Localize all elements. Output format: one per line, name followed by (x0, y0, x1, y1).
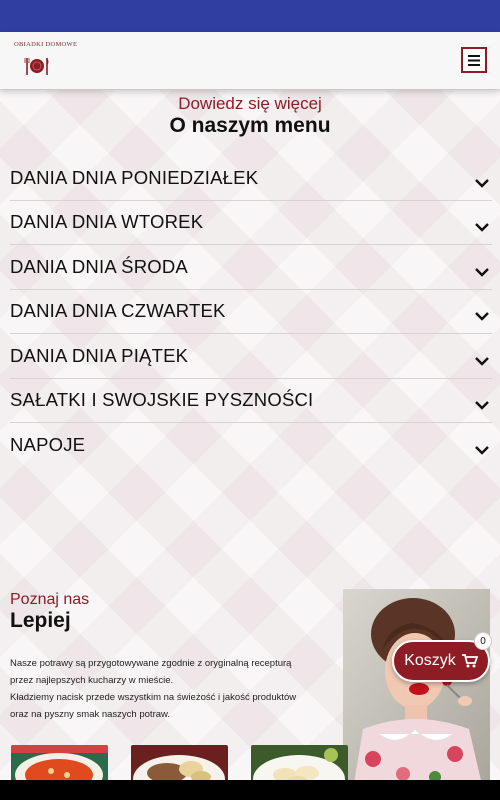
cutlery-logo-icon (24, 58, 49, 75)
logo-text: OBIADKI DOMOWE (14, 41, 78, 48)
about-text-line: Nasze potrawy są przygotowywane zgodnie … (10, 658, 292, 669)
chevron-down-icon (475, 446, 489, 455)
cart-label: Koszyk (404, 652, 456, 669)
menu-section-title: O naszym menu (169, 114, 331, 137)
accordion-item-monday[interactable]: DANIA DNIA PONIEDZIAŁEK (10, 156, 492, 201)
accordion-item-label: DANIA DNIA PONIEDZIAŁEK (10, 166, 259, 188)
about-section-title: Lepiej (10, 609, 71, 632)
chevron-down-icon (475, 312, 489, 321)
menu-toggle-button[interactable] (461, 47, 487, 73)
dish-thumbnail-dumplings[interactable] (251, 745, 348, 785)
about-section-text: Nasze potrawy są przygotowywane zgodnie … (10, 655, 330, 723)
cart-button[interactable]: Koszyk 0 (392, 632, 492, 682)
about-text-line: Kładziemy nacisk przede wszystkim na świ… (10, 692, 297, 703)
accordion-item-thursday[interactable]: DANIA DNIA CZWARTEK (10, 290, 492, 334)
accordion-item-label: SAŁATKI I SWOJSKIE PYSZNOŚCI (10, 389, 314, 411)
dish-thumbnail-meat[interactable] (131, 745, 228, 785)
dish-thumbnail-soup[interactable] (11, 745, 108, 785)
about-section-subtitle: Poznaj nas (10, 591, 90, 608)
accordion-item-label: NAPOJE (10, 434, 86, 456)
status-bar (0, 0, 500, 32)
hamburger-icon (468, 54, 480, 66)
woman-eating-photo (343, 589, 490, 789)
about-text-line: przez najlepszych kucharzy w mieście. (10, 675, 174, 686)
chevron-down-icon (475, 178, 489, 188)
chevron-down-icon (475, 267, 489, 277)
accordion-item-wednesday[interactable]: DANIA DNIA ŚRODA (10, 245, 492, 290)
cart-icon (461, 654, 478, 668)
accordion-item-drinks[interactable]: NAPOJE (10, 423, 492, 468)
menu-section-subtitle: Dowiedz się więcej (178, 94, 322, 113)
menu-accordion: DANIA DNIA PONIEDZIAŁEK DANIA DNIA WTORE… (10, 156, 492, 468)
accordion-item-label: DANIA DNIA CZWARTEK (10, 300, 226, 322)
accordion-item-salads[interactable]: SAŁATKI I SWOJSKIE PYSZNOŚCI (10, 379, 492, 423)
logo[interactable]: OBIADKI DOMOWE (14, 41, 78, 81)
accordion-item-label: DANIA DNIA ŚRODA (10, 255, 188, 277)
chevron-down-icon (475, 223, 489, 232)
accordion-item-friday[interactable]: DANIA DNIA PIĄTEK (10, 334, 492, 379)
chevron-down-icon (475, 356, 489, 366)
bottom-navigation-bar (0, 780, 500, 800)
about-text-line: oraz na pyszny smak naszych potraw. (10, 709, 170, 720)
site-header: OBIADKI DOMOWE (0, 32, 500, 89)
accordion-item-tuesday[interactable]: DANIA DNIA WTOREK (10, 201, 492, 245)
chevron-down-icon (475, 401, 489, 410)
cart-count-badge: 0 (474, 632, 492, 650)
accordion-item-label: DANIA DNIA WTOREK (10, 211, 204, 233)
accordion-item-label: DANIA DNIA PIĄTEK (10, 344, 189, 366)
